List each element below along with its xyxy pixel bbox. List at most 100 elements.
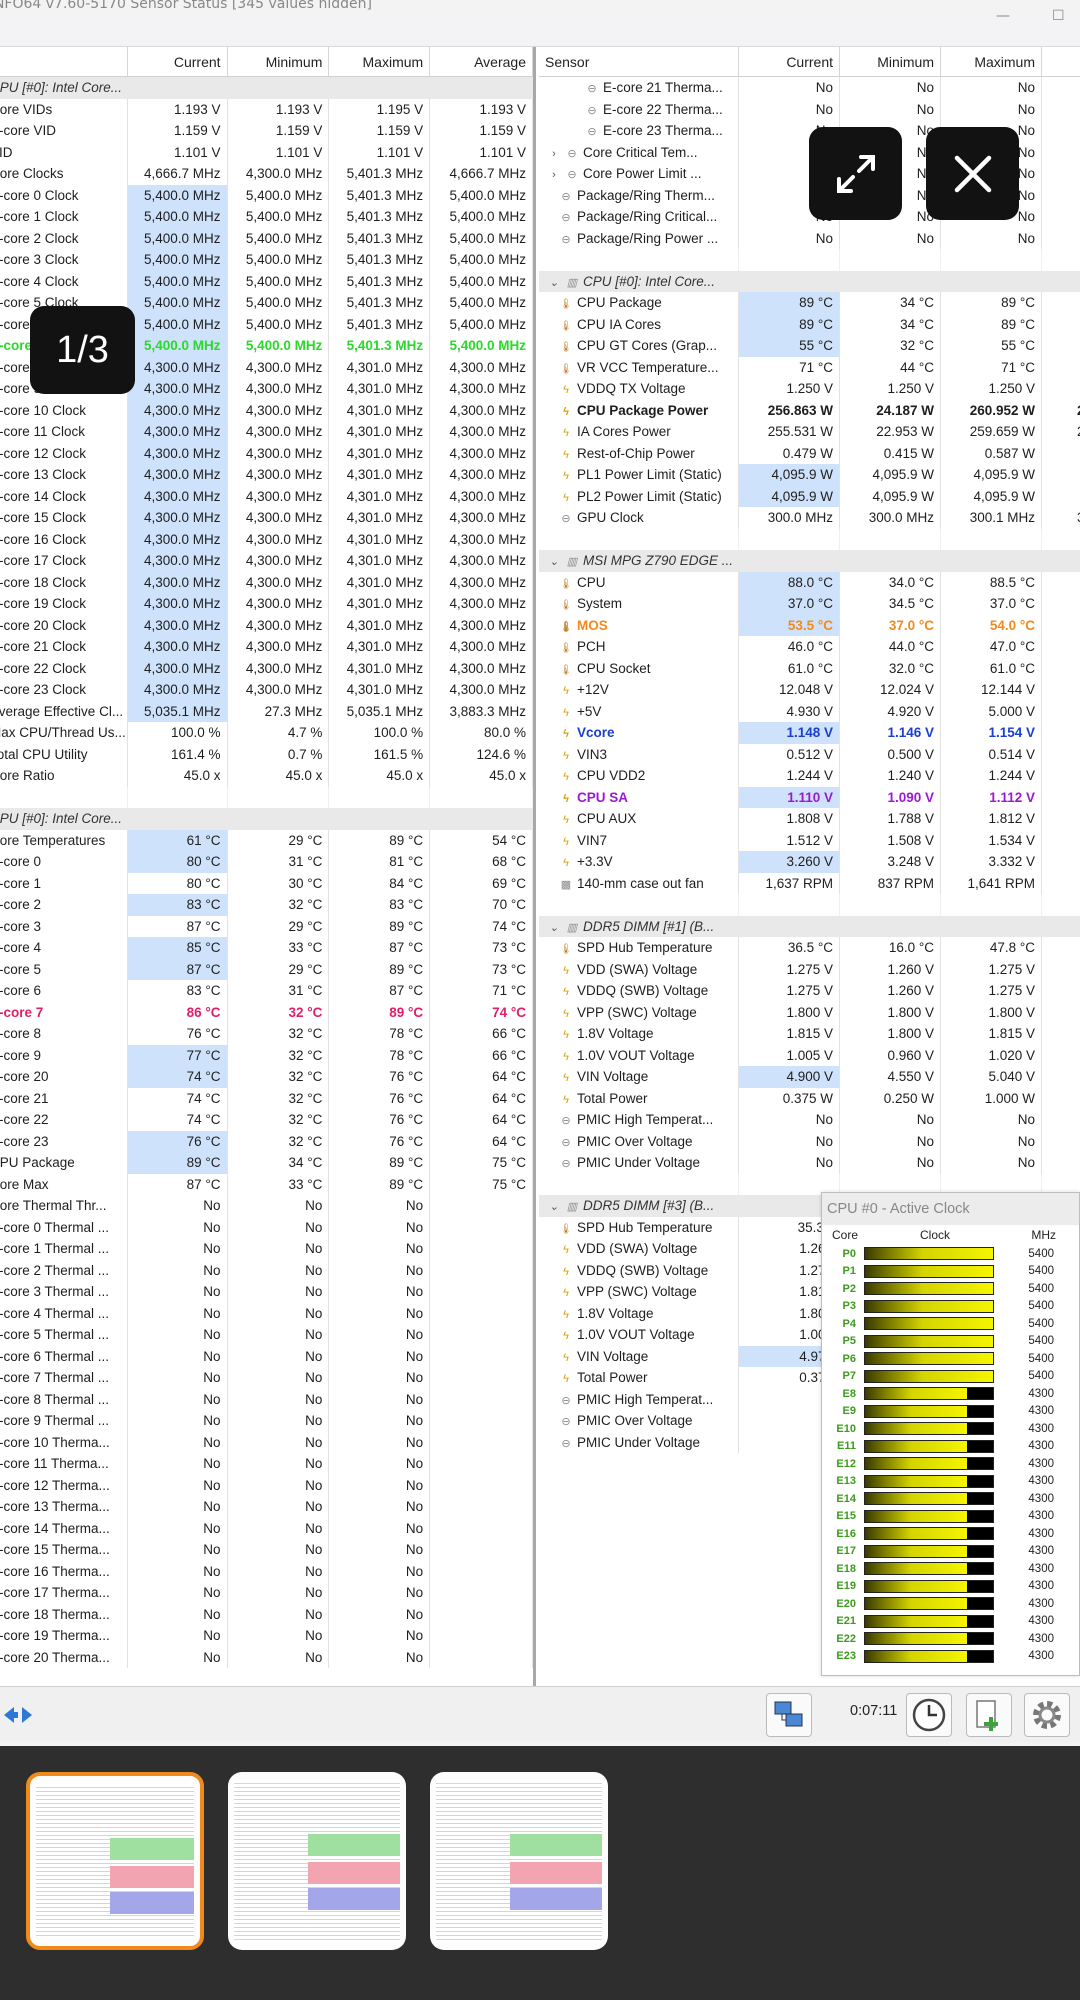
sensor-row[interactable]: E-core 23 Clock4,300.0 MHz4,300.0 MHz4,3…: [0, 679, 533, 701]
sensor-row[interactable]: P-core 1 Thermal ... No No No: [0, 1238, 533, 1260]
sensor-row[interactable]: 🌡 CPU Package 89 °C 34 °C 89 °C: [539, 292, 1080, 314]
expand-toggle-icon[interactable]: ›: [547, 144, 561, 164]
sensor-row[interactable]: ⊖ PMIC Under Voltage No No No: [539, 1152, 1080, 1174]
collapse-toggle-icon[interactable]: ⌄: [547, 273, 561, 293]
sensor-row[interactable]: ϟ IA Cores Power 255.531 W 22.953 W 259.659 …: [539, 421, 1080, 443]
sensor-row[interactable]: P-core 3 87 °C29 °C89 °C74 °C: [0, 915, 533, 937]
column-header[interactable]: [1042, 47, 1080, 76]
sensor-row[interactable]: 🌡 VR VCC Temperature... 71 °C 44 °C 71 °C: [539, 356, 1080, 378]
sensor-row[interactable]: ⊖GPU Clock300.0 MHz300.0 MHz300.1 MHz30: [539, 507, 1080, 529]
sensor-row[interactable]: E-core 13 Therma... No No No: [0, 1496, 533, 1518]
sensor-row[interactable]: E-core 12 Therma... No No No: [0, 1474, 533, 1496]
network-button[interactable]: [766, 1693, 812, 1737]
sensor-row[interactable]: 🌡 CPU GT Cores (Grap... 55 °C 32 °C 55 °C: [539, 335, 1080, 357]
sensor-row[interactable]: ϟ 1.0V VOUT Voltage 1.005 V 0.960 V 1.020 V: [539, 1044, 1080, 1066]
sensor-row[interactable]: ϟ PL2 Power Limit (Static) 4,095.9 W 4,095.…: [539, 485, 1080, 507]
active-clock-popup[interactable]: CPU #0 - Active Clock Core Clock MHz P0 5…: [821, 1192, 1080, 1676]
sensor-row[interactable]: P-core 0 80 °C31 °C81 °C68 °C: [0, 851, 533, 873]
sensor-row[interactable]: P-core 1 80 °C30 °C84 °C69 °C: [0, 872, 533, 894]
sensor-row[interactable]: ⊖ E-core 22 Therma... No No No: [539, 98, 1080, 120]
column-header[interactable]: Minimum: [840, 47, 941, 76]
sensor-row[interactable]: Average Effective Cl... 5,035.1 MHz 27.3 M…: [0, 700, 533, 722]
sensor-row[interactable]: 🌡 CPU IA Cores 89 °C 34 °C 89 °C: [539, 313, 1080, 335]
column-header[interactable]: Maximum: [329, 47, 431, 76]
sensor-row[interactable]: E-core 17 Clock4,300.0 MHz4,300.0 MHz4,3…: [0, 550, 533, 572]
sensor-row[interactable]: E-core 12 Clock4,300.0 MHz4,300.0 MHz4,3…: [0, 442, 533, 464]
sensor-row[interactable]: ϟ +12V 12.048 V 12.024 V 12.144 V: [539, 679, 1080, 701]
sensor-row[interactable]: E-core 17 Therma... No No No: [0, 1582, 533, 1604]
sensor-row[interactable]: P-core 3 Thermal ... No No No: [0, 1281, 533, 1303]
sensor-row[interactable]: E-core 21 74 °C32 °C76 °C64 °C: [0, 1087, 533, 1109]
sensor-row[interactable]: ϟ VIN Voltage 4.900 V 4.550 V 5.040 V: [539, 1066, 1080, 1088]
sensor-row[interactable]: E-core 13 Clock4,300.0 MHz4,300.0 MHz4,3…: [0, 464, 533, 486]
sensor-row[interactable]: P-core 2 Thermal ... No No No: [0, 1259, 533, 1281]
sensor-row[interactable]: P-core 5 87 °C29 °C89 °C73 °C: [0, 958, 533, 980]
sensor-row[interactable]: P-core 7 Thermal ... No No No: [0, 1367, 533, 1389]
sensor-row[interactable]: E-core 19 Clock4,300.0 MHz4,300.0 MHz4,3…: [0, 593, 533, 615]
sensor-row[interactable]: E-core 15 Therma... No No No: [0, 1539, 533, 1561]
sensor-row[interactable]: P-core 1 Clock5,400.0 MHz5,400.0 MHz5,40…: [0, 206, 533, 228]
sensor-row[interactable]: P-core 4 85 °C33 °C87 °C73 °C: [0, 937, 533, 959]
sensor-row[interactable]: ϟ VDD (SWA) Voltage 1.275 V 1.260 V 1.275 V: [539, 958, 1080, 980]
sensor-group-row[interactable]: CPU [#0]: Intel Core...: [0, 808, 533, 830]
column-header[interactable]: Current: [128, 47, 228, 76]
arrow-left-right-icon[interactable]: [2, 1701, 34, 1729]
sensor-group-row[interactable]: ⌄ ▥ MSI MPG Z790 EDGE ...: [539, 550, 1080, 572]
sensor-row[interactable]: P-core 0 Thermal ... No No No: [0, 1216, 533, 1238]
sensor-row[interactable]: P-core 4 Clock5,400.0 MHz5,400.0 MHz5,40…: [0, 270, 533, 292]
sensor-row[interactable]: E-core 16 Therma... No No No: [0, 1560, 533, 1582]
sensor-group-row[interactable]: ⌄ ▥ CPU [#0]: Intel Core...: [539, 270, 1080, 293]
sensor-group-row[interactable]: ⌄ ▥ DDR5 DIMM [#1] (B...: [539, 915, 1080, 938]
column-header[interactable]: Current: [739, 47, 840, 76]
collapse-toggle-icon[interactable]: ⌄: [547, 918, 561, 938]
sensor-row[interactable]: E-core 14 Clock4,300.0 MHz4,300.0 MHz4,3…: [0, 485, 533, 507]
sensor-row[interactable]: 🌡 PCH 46.0 °C 44.0 °C 47.0 °C: [539, 636, 1080, 658]
sensor-row[interactable]: ϟ VPP (SWC) Voltage 1.800 V 1.800 V 1.800 V: [539, 1001, 1080, 1023]
sensor-row[interactable]: E-core 22 74 °C32 °C76 °C64 °C: [0, 1109, 533, 1131]
sensor-row[interactable]: Core Ratio45.0 x45.0 x45.0 x45.0 x: [0, 765, 533, 787]
sensor-row[interactable]: Core Max 87 °C33 °C89 °C75 °C: [0, 1173, 533, 1195]
settings-button[interactable]: [1024, 1693, 1070, 1737]
column-header[interactable]: Average: [430, 47, 533, 76]
sensor-row[interactable]: ϟ +3.3V 3.260 V 3.248 V 3.332 V: [539, 851, 1080, 873]
sensor-row[interactable]: ϟ CPU Package Power 256.863 W 24.187 W 260.9…: [539, 399, 1080, 421]
sensor-row[interactable]: P-core 0 Clock5,400.0 MHz5,400.0 MHz5,40…: [0, 184, 533, 206]
sensor-row[interactable]: 🌡 CPU Socket 61.0 °C 32.0 °C 61.0 °C: [539, 657, 1080, 679]
sensor-row[interactable]: P-core 2 Clock5,400.0 MHz5,400.0 MHz5,40…: [0, 227, 533, 249]
sensor-row[interactable]: P-core 6 83 °C31 °C87 °C71 °C: [0, 980, 533, 1002]
sensor-row[interactable]: E-core 14 Therma... No No No: [0, 1517, 533, 1539]
sensor-row[interactable]: ϟ 1.8V Voltage 1.815 V 1.800 V 1.815 V: [539, 1023, 1080, 1045]
sensor-row[interactable]: CPU Package89 °C34 °C89 °C75 °C: [0, 1152, 533, 1174]
sensor-row[interactable]: E-core 18 Therma... No No No: [0, 1603, 533, 1625]
sensor-row[interactable]: P-core 3 Clock5,400.0 MHz5,400.0 MHz5,40…: [0, 249, 533, 271]
sensor-row[interactable]: E-core 19 Therma... No No No: [0, 1625, 533, 1647]
sensor-row[interactable]: ⊖ PMIC Over Voltage No No No: [539, 1130, 1080, 1152]
sensor-row[interactable]: ⊖ Package/Ring Power ... No No No: [539, 227, 1080, 249]
minimize-icon[interactable]: —: [996, 8, 1010, 24]
sensor-row[interactable]: ϟ +5V 4.930 V 4.920 V 5.000 V: [539, 700, 1080, 722]
expand-toggle-icon[interactable]: ›: [547, 165, 561, 185]
sensor-row[interactable]: Core Thermal Thr... No No No: [0, 1195, 533, 1217]
expand-button[interactable]: [809, 127, 902, 220]
thumbnail-2[interactable]: [228, 1772, 406, 1950]
sensor-row[interactable]: VID1.101 V1.101 V1.101 V1.101 V: [0, 141, 533, 163]
sensor-row[interactable]: ϟ CPU SA 1.110 V 1.090 V 1.112 V: [539, 786, 1080, 808]
sensor-row[interactable]: ϟ CPU AUX 1.808 V 1.788 V 1.812 V: [539, 808, 1080, 830]
sensor-row[interactable]: E-core 22 Clock4,300.0 MHz4,300.0 MHz4,3…: [0, 657, 533, 679]
sensor-row[interactable]: ϟ VDDQ TX Voltage 1.250 V 1.250 V 1.250 V: [539, 378, 1080, 400]
left-sensor-pane[interactable]: Current Minimum Maximum Average CPU [#0]: I…: [0, 47, 536, 1686]
column-header[interactable]: Maximum: [941, 47, 1042, 76]
sensor-row[interactable]: P-core VID1.159 V1.159 V1.159 V1.159 V: [0, 120, 533, 142]
close-button[interactable]: [926, 127, 1019, 220]
sensor-row[interactable]: E-core 11 Therma... No No No: [0, 1453, 533, 1475]
collapse-toggle-icon[interactable]: ⌄: [547, 552, 561, 572]
sensor-row[interactable]: E-core 11 Clock4,300.0 MHz4,300.0 MHz4,3…: [0, 421, 533, 443]
sensor-row[interactable]: ϟ VIN7 1.512 V 1.508 V 1.534 V: [539, 829, 1080, 851]
sensor-row[interactable]: ϟ CPU VDD2 1.244 V 1.240 V 1.244 V: [539, 765, 1080, 787]
sensor-row[interactable]: Total CPU Utility 161.4 %0.7 %161.5 %124.…: [0, 743, 533, 765]
sensor-row[interactable]: ϟ Rest-of-Chip Power 0.479 W 0.415 W 0.587 W: [539, 442, 1080, 464]
sensor-row[interactable]: Max CPU/Thread Us... 100.0 % 4.7 % 100.0 % 8…: [0, 722, 533, 744]
column-header[interactable]: [0, 47, 128, 76]
sensor-row[interactable]: E-core 20 Therma... No No No: [0, 1646, 533, 1668]
timer-button[interactable]: [906, 1693, 952, 1737]
